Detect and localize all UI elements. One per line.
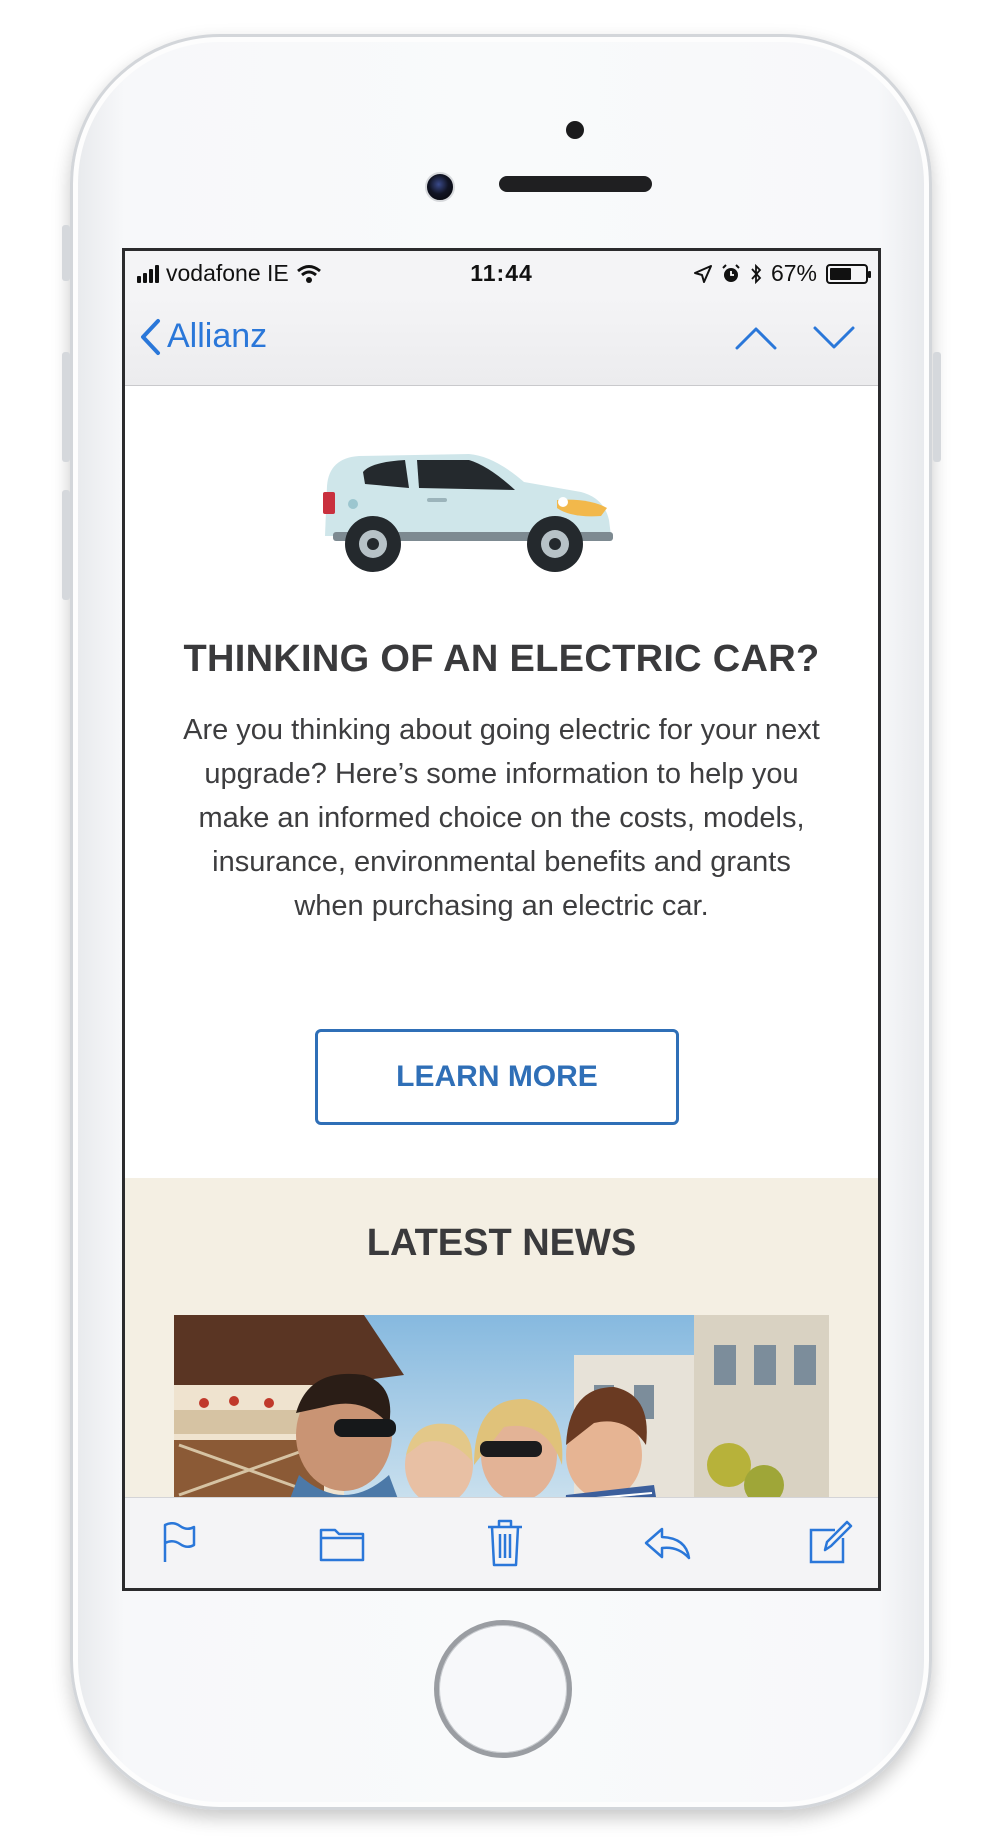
chevron-left-icon [141,318,160,355]
chevron-up-icon[interactable] [734,325,778,351]
power-button [933,352,941,462]
email-body: THINKING OF AN ELECTRIC CAR? Are you thi… [125,386,878,1503]
volume-down-button [62,490,70,600]
battery-icon [826,263,871,284]
flag-icon[interactable] [153,1517,205,1569]
battery-percent: 67% [770,260,817,286]
phone-screen: vodafone IE 11:44 67% Allianz THINKING O… [122,248,881,1591]
mail-navigation-bar: Allianz [125,295,878,386]
hero-section: THINKING OF AN ELECTRIC CAR? Are you thi… [125,386,878,1178]
back-button[interactable]: Allianz [139,317,267,356]
email-headline: THINKING OF AN ELECTRIC CAR? [183,638,820,680]
location-arrow-icon [693,264,712,283]
bluetooth-icon [751,263,762,284]
latest-news-section: LATEST NEWS [125,1178,878,1503]
front-camera [425,172,455,202]
email-intro-text: Are you thinking about going electric fo… [183,714,820,922]
status-bar: vodafone IE 11:44 67% [125,251,878,295]
mute-switch [62,225,70,281]
news-section-title: LATEST NEWS [366,1222,637,1264]
family-photo[interactable] [174,1315,829,1503]
trash-icon[interactable] [479,1517,531,1569]
alarm-icon [722,263,740,282]
home-button[interactable] [434,1620,572,1758]
chevron-down-icon[interactable] [812,325,856,351]
reply-icon[interactable] [641,1517,693,1569]
mail-toolbar [125,1497,878,1588]
back-button-label: Allianz [167,317,268,355]
proximity-sensor [566,121,584,139]
compose-icon[interactable] [804,1517,856,1569]
electric-car-illustration [323,454,613,572]
earpiece-speaker [499,176,652,192]
learn-more-button[interactable]: LEARN MORE [315,1029,679,1125]
folder-icon[interactable] [316,1517,368,1569]
volume-up-button [62,352,70,462]
